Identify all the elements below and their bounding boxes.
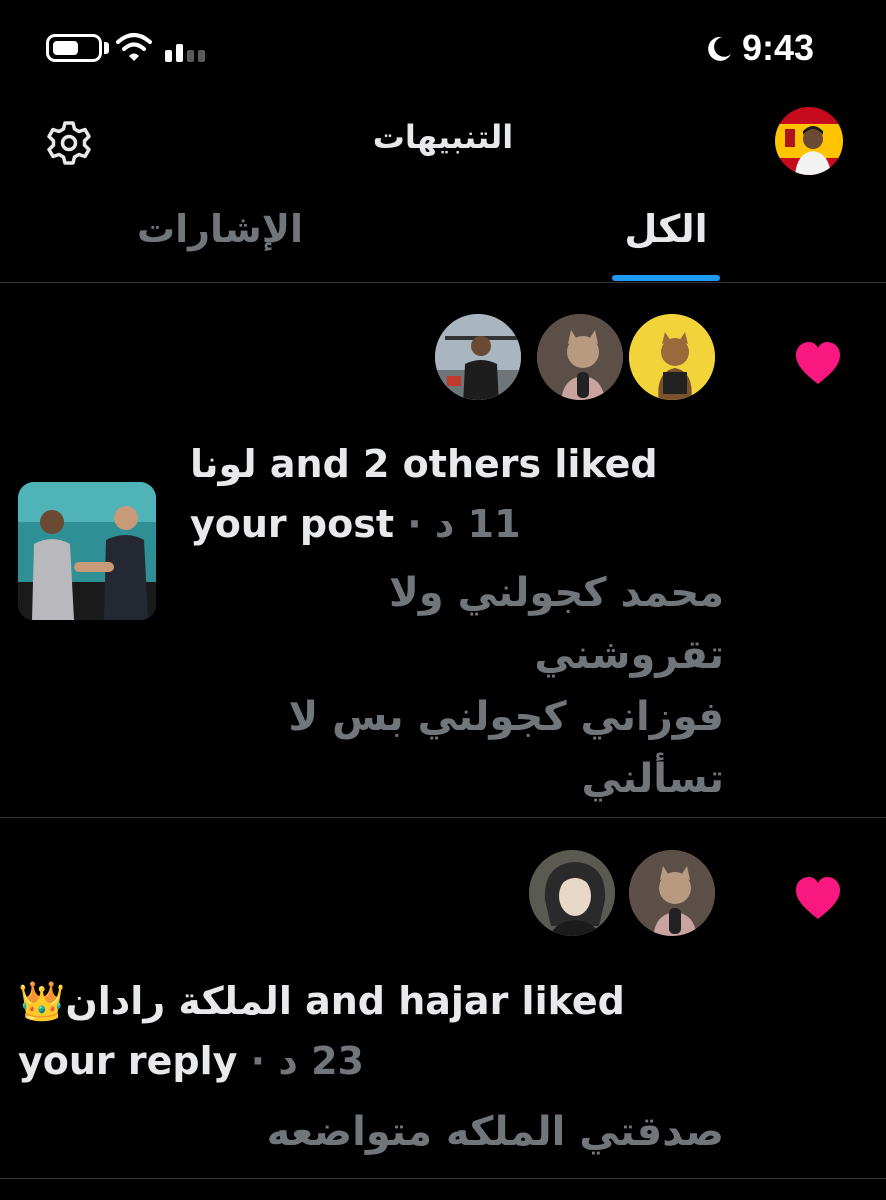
action-text: and 2 others liked [269,442,658,486]
notification-headline: لونا and 2 others liked [190,442,658,486]
snippet-line: تقروشني [534,632,724,678]
actor-avatar[interactable] [534,311,626,403]
actor-avatar[interactable] [626,847,718,939]
battery-level [53,41,78,55]
object-text: your reply [18,1039,238,1083]
actor-avatar[interactable] [432,311,524,403]
actor-name[interactable]: الملكة رادان👑 [18,979,292,1023]
object-text: your post [190,502,394,546]
post-thumbnail[interactable] [18,482,156,620]
actor-avatar[interactable] [626,311,718,403]
action-text: and hajar liked [305,979,625,1023]
cellular-signal-icon [165,44,205,62]
wifi-icon [116,33,152,61]
notification-headline: الملكة رادان👑 and hajar liked [18,979,625,1024]
status-bar: 9:43 [0,0,886,100]
notification-subline: your reply · 23 د [18,1039,364,1083]
crown-emoji: 👑 [18,979,66,1023]
notifications-screen: 9:43 التنبيهات الكل الإشارات لونا and 2 … [0,0,886,1200]
snippet-line: تسألني [581,756,724,802]
moon-icon [708,36,731,61]
actor-name[interactable]: لونا [190,442,257,486]
separator: · [250,1039,266,1083]
snippet-line: صدقتي الملكه متواضعه [266,1109,724,1155]
notification-subline: your post · 11 د [190,502,521,546]
post-snippet: محمد كجولني ولا تقروشني فوزاني كجولني بس… [190,562,724,810]
post-snippet: صدقتي الملكه متواضعه [18,1101,724,1163]
status-time: 9:43 [742,27,815,68]
heart-icon [796,877,840,919]
tab-all[interactable]: الكل [612,207,720,251]
snippet-line: محمد كجولني ولا [389,570,724,616]
active-tab-indicator [612,275,720,281]
separator: · [407,502,422,546]
battery-tip [104,42,109,54]
profile-avatar[interactable] [775,107,843,175]
actor-name-text: الملكة رادان [65,979,292,1023]
battery-icon [46,34,102,62]
heart-icon [796,342,840,384]
tab-mentions[interactable]: الإشارات [120,207,320,251]
notification-item[interactable]: الملكة رادان👑 and hajar liked your reply… [0,819,886,1179]
page-title: التنبيهات [372,118,514,156]
snippet-line: فوزاني كجولني بس لا [288,694,724,740]
timestamp: 23 د [278,1039,364,1083]
actor-avatar[interactable] [526,847,618,939]
timestamp: 11 د [434,502,521,546]
tab-bar: الكل الإشارات [0,195,886,283]
